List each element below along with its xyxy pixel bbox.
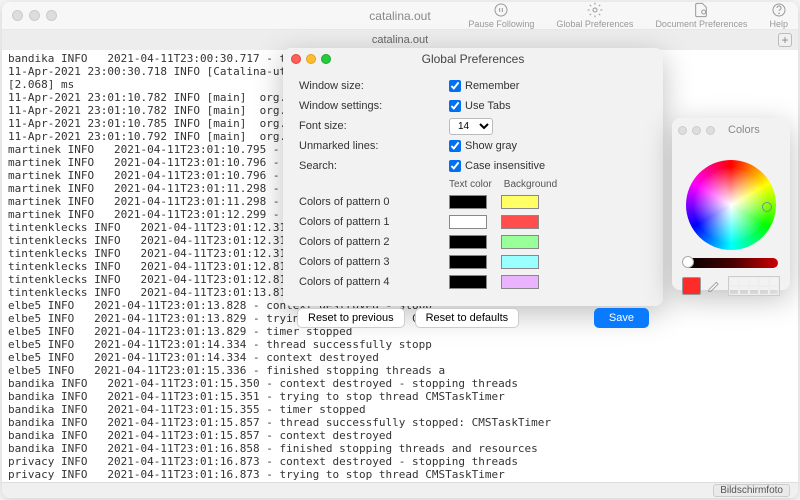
pattern-2-bg-swatch[interactable] [501, 235, 539, 249]
global-preferences-dialog: Global Preferences Window size:Remember … [283, 48, 663, 306]
pattern-0-text-swatch[interactable] [449, 195, 487, 209]
add-tab-button[interactable]: + [778, 33, 792, 47]
status-badge: Bildschirmfoto [713, 484, 790, 497]
reset-to-defaults-button[interactable]: Reset to defaults [415, 308, 520, 328]
pattern-4-label: Colors of pattern 4 [299, 276, 449, 288]
pattern-2-text-swatch[interactable] [449, 235, 487, 249]
background-header: Background [504, 179, 557, 190]
colors-minimize-icon[interactable] [692, 126, 701, 135]
dialog-minimize-icon[interactable] [306, 54, 316, 64]
dialog-zoom-icon[interactable] [321, 54, 331, 64]
global-preferences-button[interactable]: Global Preferences [556, 2, 633, 29]
titlebar: catalina.out Pause Following Global Pref… [2, 2, 798, 30]
unmarked-lines-label: Unmarked lines: [299, 140, 449, 152]
brightness-slider[interactable] [684, 258, 778, 268]
close-icon[interactable] [12, 10, 23, 21]
color-swatch-grid[interactable] [728, 276, 780, 296]
pattern-3-label: Colors of pattern 3 [299, 256, 449, 268]
pattern-1-label: Colors of pattern 1 [299, 216, 449, 228]
statusbar: Bildschirmfoto [2, 482, 798, 498]
pattern-1-bg-swatch[interactable] [501, 215, 539, 229]
color-wheel-marker-icon[interactable] [762, 202, 772, 212]
document-preferences-button[interactable]: Document Preferences [655, 2, 747, 29]
pattern-1-text-swatch[interactable] [449, 215, 487, 229]
window-settings-label: Window settings: [299, 100, 449, 112]
color-wheel[interactable] [686, 160, 776, 250]
reset-to-previous-button[interactable]: Reset to previous [297, 308, 405, 328]
colors-title: Colors [728, 124, 760, 136]
colors-zoom-icon[interactable] [706, 126, 715, 135]
dialog-close-icon[interactable] [291, 54, 301, 64]
slider-handle-icon[interactable] [682, 256, 694, 268]
pattern-0-bg-swatch[interactable] [501, 195, 539, 209]
pattern-0-label: Colors of pattern 0 [299, 196, 449, 208]
zoom-icon[interactable] [46, 10, 57, 21]
pattern-4-bg-swatch[interactable] [501, 275, 539, 289]
colors-panel: Colors [672, 118, 790, 290]
colors-close-icon[interactable] [678, 126, 687, 135]
pattern-4-text-swatch[interactable] [449, 275, 487, 289]
font-size-label: Font size: [299, 120, 449, 132]
window-title: catalina.out [369, 9, 430, 23]
use-tabs-checkbox[interactable]: Use Tabs [449, 100, 511, 112]
pattern-3-text-swatch[interactable] [449, 255, 487, 269]
remember-checkbox[interactable]: Remember [449, 80, 519, 92]
pause-following-button[interactable]: Pause Following [468, 2, 534, 29]
current-color-swatch[interactable] [682, 277, 701, 295]
window-size-label: Window size: [299, 80, 449, 92]
save-button[interactable]: Save [594, 308, 649, 328]
dialog-title: Global Preferences [422, 52, 525, 66]
font-size-select[interactable]: 14 [449, 118, 493, 135]
pattern-3-bg-swatch[interactable] [501, 255, 539, 269]
tab[interactable]: catalina.out [372, 34, 428, 46]
search-label: Search: [299, 160, 449, 172]
pattern-2-label: Colors of pattern 2 [299, 236, 449, 248]
tabbar: catalina.out + [2, 30, 798, 50]
eyedropper-icon[interactable] [705, 278, 720, 294]
help-button[interactable]: Help [769, 2, 788, 29]
minimize-icon[interactable] [29, 10, 40, 21]
text-color-header: Text color [449, 179, 492, 190]
case-insensitive-checkbox[interactable]: Case insensitive [449, 160, 545, 172]
show-gray-checkbox[interactable]: Show gray [449, 140, 517, 152]
